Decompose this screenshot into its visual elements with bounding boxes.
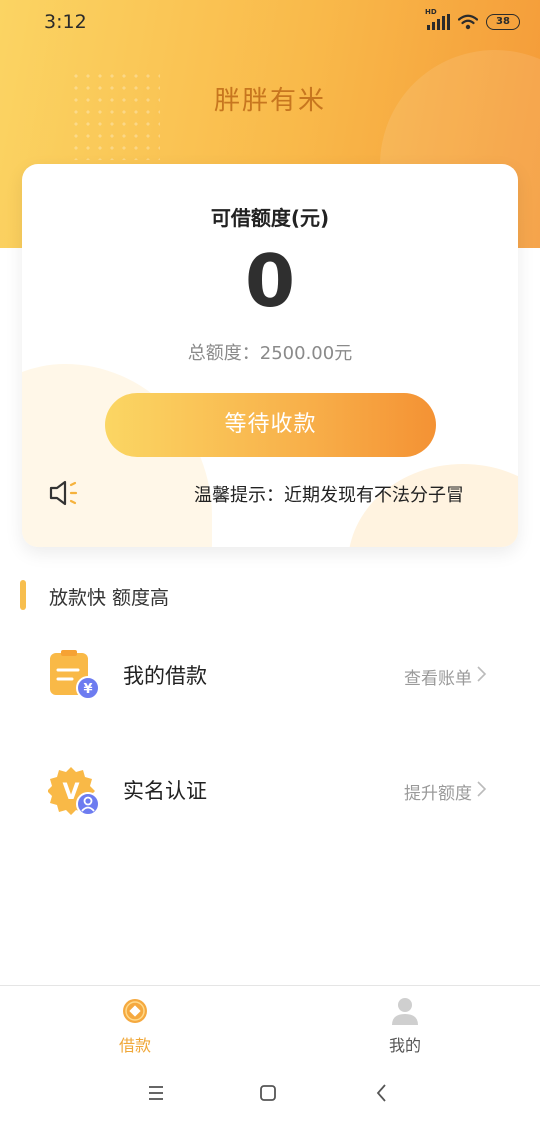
await-payment-button[interactable]: 等待收款 [105,393,436,457]
list-item-real-name-verification[interactable]: V 实名认证 提升额度 [0,755,540,825]
nav-tab-label: 借款 [118,1036,151,1055]
bill-icon: ¥ [50,650,100,700]
nav-tab-mine[interactable]: 我的 [355,996,455,1060]
speaker-icon [49,480,78,506]
signal-icon: HD [425,8,450,30]
nav-tab-label: 我的 [388,1036,421,1055]
app-title: 胖胖有米 [213,86,326,116]
system-nav-bar [0,1065,540,1124]
notice-marquee-text: 温馨提示：近期发现有不法分子冒 [194,485,464,506]
status-bar: 3:12 HD 38 [0,0,540,48]
section-marker [20,580,26,610]
nav-tab-loan[interactable]: 借款 [85,996,185,1060]
wifi-icon [458,14,478,30]
user-icon [392,998,418,1025]
verify-icon: V [48,767,100,816]
credit-card-panel: 可借额度(元) 0 总额度：2500.00元 等待收款 温馨提示：近期发现有不法… [22,164,518,547]
total-credit-text: 总额度：2500.00元 [187,343,353,364]
section-title: 放款快 额度高 [49,587,170,609]
svg-text:¥: ¥ [83,682,92,697]
available-credit-amount: 0 [244,239,296,323]
menu-icon[interactable] [144,1081,168,1105]
hd-badge: HD [425,8,437,16]
chevron-right-icon [477,781,487,797]
view-bill-link[interactable]: 查看账单 [404,664,472,689]
back-icon[interactable] [370,1081,394,1105]
status-time: 3:12 [44,11,87,33]
raise-credit-link[interactable]: 提升额度 [404,779,472,804]
list-item-my-loans[interactable]: ¥ 我的借款 查看账单 [0,640,540,710]
list-item-label: 我的借款 [123,664,207,688]
home-icon[interactable] [256,1081,280,1105]
available-credit-label: 可借额度(元) [210,206,330,230]
chevron-right-icon [477,666,487,682]
bottom-nav: 借款 我的 [0,985,540,1066]
loan-icon [123,999,147,1023]
battery-icon: 38 [486,14,520,30]
status-icons: HD 38 [425,8,520,30]
list-item-label: 实名认证 [123,779,207,803]
